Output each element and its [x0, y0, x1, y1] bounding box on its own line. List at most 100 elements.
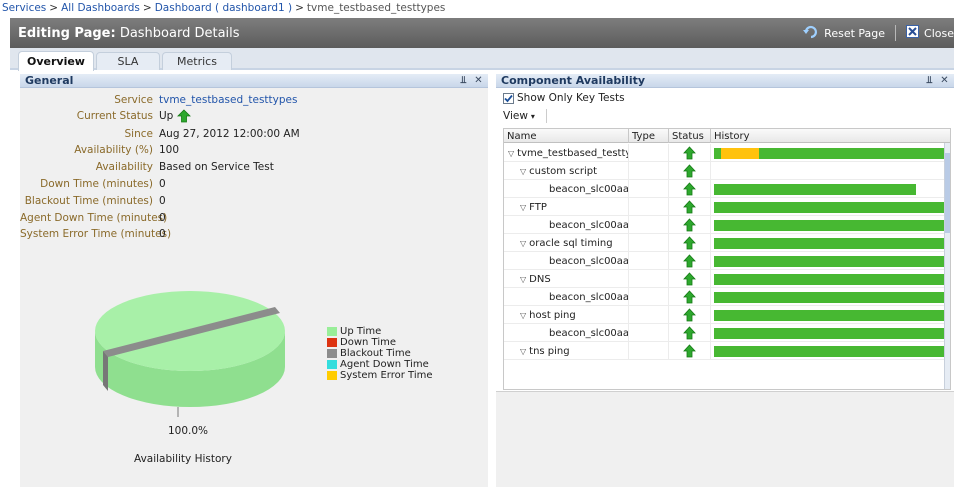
service-label: Service: [114, 94, 153, 106]
column-header-status[interactable]: Status: [669, 129, 711, 143]
wrench-icon[interactable]: ⫫: [924, 75, 935, 86]
tab-sla[interactable]: SLA: [96, 52, 160, 70]
expand-toggle-icon[interactable]: ▽: [520, 347, 526, 356]
column-header-name[interactable]: Name: [504, 129, 629, 143]
down-time-row: Down Time (minutes) 0: [20, 176, 488, 192]
reset-page-button[interactable]: Reset Page: [797, 25, 891, 42]
table-row[interactable]: beacon_slc00aa: [504, 324, 950, 342]
up-arrow-icon: [177, 109, 192, 123]
history-bar-up: [714, 202, 946, 213]
legend-swatch-down: [327, 338, 337, 347]
component-name[interactable]: beacon_slc00aa: [549, 328, 628, 339]
component-name: custom script: [529, 165, 598, 177]
name-cell: ▽ tns ping: [504, 342, 629, 360]
table-row[interactable]: ▽ FTP: [504, 198, 950, 216]
table-row[interactable]: ▽ custom script: [504, 162, 950, 180]
expand-toggle-icon[interactable]: ▽: [520, 239, 526, 248]
agent-down-time-value: 0: [159, 212, 166, 224]
table-row[interactable]: ▽ tvme_testbased_testty: [504, 144, 950, 162]
component-panel-footer: [496, 392, 954, 487]
undo-icon: [803, 25, 824, 42]
history-bar-up: [714, 148, 721, 159]
close-button[interactable]: Close: [900, 25, 954, 41]
tab-metrics[interactable]: Metrics: [162, 52, 232, 70]
breadcrumb-separator: >: [295, 2, 304, 14]
close-icon[interactable]: ✕: [939, 75, 950, 86]
history-bar-error: [721, 148, 759, 159]
legend-swatch-up: [327, 327, 337, 336]
scrollbar-thumb[interactable]: [945, 153, 950, 233]
breadcrumb-separator: >: [49, 2, 59, 14]
since-value: Aug 27, 2012 12:00:00 AM: [159, 128, 300, 140]
table-row[interactable]: ▽ oracle sql timing: [504, 234, 950, 252]
table-row[interactable]: ▽ DNS: [504, 270, 950, 288]
availability-value: Based on Service Test: [159, 161, 274, 173]
type-cell: [629, 198, 669, 216]
history-bar-up: [714, 184, 916, 195]
history-bar-up: [759, 148, 946, 159]
breadcrumb-services[interactable]: Services: [2, 2, 46, 14]
legend-label-blackout: Blackout Time: [340, 348, 411, 359]
component-name[interactable]: beacon_slc00aa: [549, 220, 628, 231]
type-cell: [629, 252, 669, 270]
legend-item-system-error-time: System Error Time: [327, 370, 433, 381]
wrench-icon[interactable]: ⫫: [458, 75, 469, 86]
breadcrumb-dashboard[interactable]: Dashboard ( dashboard1 ): [155, 2, 292, 14]
up-arrow-icon: [683, 218, 696, 232]
breadcrumb-all-dashboards[interactable]: All Dashboards: [61, 2, 140, 14]
component-name: FTP: [529, 201, 547, 213]
expand-toggle-icon[interactable]: ▽: [520, 167, 526, 176]
column-header-history[interactable]: History: [711, 129, 950, 143]
tab-overview[interactable]: Overview: [18, 51, 94, 71]
history-cell: [711, 252, 950, 270]
up-arrow-icon: [683, 290, 696, 304]
component-name: oracle sql timing: [529, 237, 613, 249]
down-time-label: Down Time (minutes): [40, 178, 153, 190]
component-name[interactable]: beacon_slc00aa: [549, 292, 628, 303]
blackout-time-row: Blackout Time (minutes) 0: [20, 193, 488, 209]
expand-toggle-icon[interactable]: ▽: [520, 275, 526, 284]
table-row[interactable]: ▽ tns ping: [504, 342, 950, 360]
name-cell: ▽ DNS: [504, 270, 629, 288]
expand-toggle-icon[interactable]: ▽: [520, 203, 526, 212]
vertical-scrollbar[interactable]: [944, 143, 950, 389]
table-row[interactable]: beacon_slc00aa: [504, 288, 950, 306]
component-name[interactable]: beacon_slc00aa: [549, 256, 628, 267]
service-link[interactable]: tvme_testbased_testtypes: [159, 94, 297, 106]
close-label: Close: [924, 26, 954, 40]
table-row[interactable]: beacon_slc00aa: [504, 252, 950, 270]
table-row[interactable]: ▽ host ping: [504, 306, 950, 324]
up-arrow-icon: [683, 146, 696, 160]
page-title-bar: Editing Page: Dashboard Details Reset Pa…: [10, 18, 954, 48]
name-cell: beacon_slc00aa: [504, 252, 629, 270]
blackout-time-label: Blackout Time (minutes): [24, 195, 153, 207]
availability-history-caption: Availability History: [134, 453, 232, 465]
history-bar-up: [714, 346, 946, 357]
name-cell: beacon_slc00aa: [504, 216, 629, 234]
pie-legend: Up Time Down Time Blackout Time Agent Do…: [327, 326, 433, 381]
table-row[interactable]: beacon_slc00aa: [504, 180, 950, 198]
expand-toggle-icon[interactable]: ▽: [508, 149, 514, 158]
legend-item-agent-down-time: Agent Down Time: [327, 359, 433, 370]
type-cell: [629, 180, 669, 198]
legend-swatch-agent-down: [327, 360, 337, 369]
component-name[interactable]: beacon_slc00aa: [549, 184, 628, 195]
show-key-tests-row: Show Only Key Tests: [503, 92, 625, 104]
view-menu[interactable]: View ▾: [503, 110, 535, 122]
table-row[interactable]: beacon_slc00aa: [504, 216, 950, 234]
close-icon[interactable]: ✕: [473, 75, 484, 86]
component-panel-body: Show Only Key Tests View ▾ Name Type Sta…: [496, 88, 954, 392]
type-cell: [629, 144, 669, 162]
show-key-tests-checkbox[interactable]: [503, 92, 514, 104]
toolbar-divider: [546, 109, 547, 123]
column-header-type[interactable]: Type: [629, 129, 669, 143]
name-cell: ▽ FTP: [504, 198, 629, 216]
status-cell: [669, 306, 711, 324]
type-cell: [629, 324, 669, 342]
component-name: host ping: [529, 309, 576, 321]
pie-blackout-side: [103, 351, 108, 391]
expand-toggle-icon[interactable]: ▽: [520, 311, 526, 320]
name-cell: ▽ tvme_testbased_testty: [504, 144, 629, 162]
view-menu-label: View: [503, 110, 528, 122]
up-arrow-icon: [683, 182, 696, 196]
